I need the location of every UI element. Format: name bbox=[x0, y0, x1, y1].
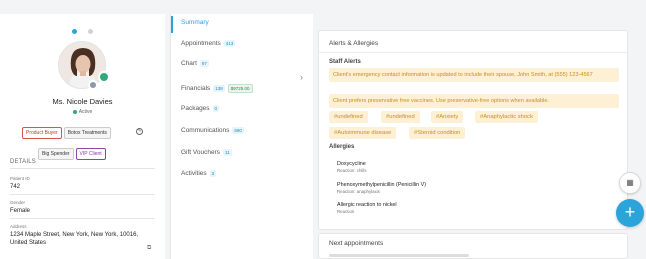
alerts-allergies-card: Alerts & Allergies Staff Alerts Client's… bbox=[318, 30, 628, 230]
allergy-name: Doxycycline bbox=[337, 161, 366, 167]
next-appointments-title: Next appointments bbox=[329, 240, 384, 247]
chart-count: 97 bbox=[199, 60, 209, 67]
tab-communications[interactable]: Communications 690 bbox=[181, 127, 244, 134]
tab-appointments[interactable]: Appointments 413 bbox=[181, 40, 236, 48]
patient-id-value: 742 bbox=[10, 184, 21, 190]
allergy-reaction: Reaction bbox=[337, 209, 355, 214]
tab-financials[interactable]: Financials 138 $9725.00 bbox=[181, 84, 253, 93]
plus-icon[interactable]: + bbox=[616, 199, 644, 227]
alert-hashtag: #undefined bbox=[381, 111, 420, 123]
allergy-name: Allergic reaction to nickel bbox=[337, 202, 397, 208]
divider bbox=[319, 52, 627, 53]
chevron-right-icon[interactable]: › bbox=[300, 72, 303, 82]
tab-gift-vouchers-label: Gift Vouchers bbox=[181, 149, 221, 157]
tag-product-buyer[interactable]: Product Buyer bbox=[22, 127, 62, 139]
avatar-portrait bbox=[59, 42, 105, 88]
status-dot-icon bbox=[72, 109, 77, 114]
packages-count: 0 bbox=[212, 105, 220, 112]
tab-appointments-label: Appointments bbox=[181, 40, 221, 48]
address-value: 1234 Maple Street, New York, New York, 1… bbox=[10, 232, 139, 246]
appointment-row-placeholder bbox=[329, 254, 469, 257]
tag-botox-treatments[interactable]: Botox Treatments bbox=[63, 127, 111, 139]
gift-vouchers-count: 11 bbox=[223, 149, 232, 156]
allergy-name: Phenoxymethylpenicillin (Penicillin V) bbox=[337, 182, 426, 188]
client-name: Ms. Nicole Davies bbox=[52, 97, 113, 106]
profile-panel: Ms. Nicole Davies Active Product Buyer Bo… bbox=[0, 14, 165, 259]
tab-activities-label: Activities bbox=[181, 170, 207, 178]
details-heading: DETAILS bbox=[10, 159, 36, 165]
allergy-reaction: Reaction: anaphylaxis bbox=[337, 189, 380, 194]
loyalty-badge-icon bbox=[98, 71, 110, 83]
financials-amount: $9725.00 bbox=[227, 84, 253, 93]
tab-chart[interactable]: Chart 97 bbox=[181, 60, 209, 67]
tab-chart-label: Chart bbox=[181, 60, 197, 68]
alerts-card-title: Alerts & Allergies bbox=[329, 40, 379, 47]
staff-alert: Client's emergency contact information i… bbox=[329, 68, 619, 82]
tab-packages-label: Packages bbox=[181, 105, 210, 113]
tab-financials-label: Financials bbox=[181, 85, 211, 93]
active-indicator bbox=[171, 16, 173, 33]
communications-count: 690 bbox=[232, 127, 244, 134]
tag-big-spender[interactable]: Big Spender bbox=[38, 148, 74, 160]
patient-id-label: Patient ID bbox=[10, 176, 30, 181]
edit-icon[interactable]: ✎ bbox=[136, 128, 143, 135]
allergies-heading: Allergies bbox=[329, 144, 355, 150]
next-appointments-card: Next appointments bbox=[318, 233, 628, 259]
tab-packages[interactable]: Packages 0 bbox=[181, 105, 220, 113]
tab-communications-label: Communications bbox=[181, 127, 230, 135]
allergy-reaction: Reaction: chills bbox=[337, 168, 367, 173]
alert-hashtag: #Autoimmune disease bbox=[329, 127, 397, 139]
status-badge: Active bbox=[0, 109, 165, 115]
camera-icon[interactable] bbox=[88, 80, 98, 90]
gender-label: Gender bbox=[10, 200, 26, 205]
status-text: Active bbox=[78, 109, 93, 115]
staff-alert: Client prefers preservative free vaccine… bbox=[329, 94, 619, 108]
tag-vip-client[interactable]: VIP Client bbox=[75, 148, 106, 160]
address-label: Address bbox=[10, 224, 27, 229]
tag-list: Product Buyer Botox Treatments Big Spende… bbox=[22, 121, 152, 163]
alert-hashtag: #Anxiety bbox=[431, 111, 464, 123]
tab-summary[interactable]: Summary bbox=[181, 19, 209, 26]
avatar[interactable] bbox=[58, 41, 106, 89]
alert-hashtag: #Steroid condition bbox=[409, 127, 466, 139]
appointments-count: 413 bbox=[223, 40, 236, 47]
client-nav: Summary Appointments 413 Chart 97 › Financ… bbox=[170, 14, 313, 259]
divider bbox=[10, 218, 155, 219]
gender-value: Female bbox=[10, 208, 31, 214]
tab-activities[interactable]: Activities 3 bbox=[181, 170, 217, 178]
tab-gift-vouchers[interactable]: Gift Vouchers 11 bbox=[181, 149, 232, 156]
tab-summary-label: Summary bbox=[181, 19, 209, 26]
carousel-dot-1[interactable] bbox=[72, 29, 78, 34]
alert-hashtag: #undefined bbox=[329, 111, 368, 123]
activities-count: 3 bbox=[209, 170, 217, 177]
staff-alerts-heading: Staff Alerts bbox=[329, 59, 361, 65]
divider bbox=[10, 168, 155, 169]
carousel-dots[interactable] bbox=[0, 21, 165, 39]
financials-count: 138 bbox=[213, 85, 225, 92]
copy-icon[interactable]: ⧉ bbox=[147, 245, 151, 252]
calendar-icon[interactable]: ▦ bbox=[619, 172, 641, 194]
alert-hashtag: #Anaphylactic shock bbox=[475, 111, 538, 123]
divider bbox=[10, 194, 155, 195]
carousel-dot-2[interactable] bbox=[87, 29, 93, 34]
